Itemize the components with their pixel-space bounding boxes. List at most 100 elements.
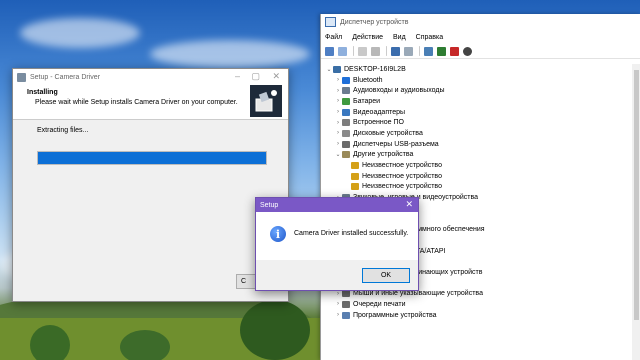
printer-icon (342, 300, 350, 308)
tree-item[interactable]: › Дисковые устройства (325, 128, 631, 139)
display-adapter-icon (342, 108, 350, 116)
setup-app-icon (17, 72, 26, 82)
mouse-icon (342, 290, 350, 298)
show-hide-tree-icon[interactable] (358, 46, 367, 56)
tree-item[interactable]: Неизвестное устройство (325, 182, 631, 193)
toolbar-separator (353, 46, 354, 56)
scrollbar-thumb[interactable] (634, 70, 639, 320)
tree-item[interactable]: ⌄ Другие устройства (325, 150, 631, 161)
setup-description: Please wait while Setup installs Camera … (35, 99, 238, 106)
tree-item-label: Батареи (353, 97, 381, 105)
download-icon[interactable] (463, 46, 472, 56)
tree-item[interactable]: ⌄ DESKTOP-16I9L2B (325, 64, 631, 75)
setup-progress-bar (37, 151, 267, 165)
setup-window: Setup - Camera Driver – ▢ ✕ Installing P… (12, 68, 289, 302)
menu-file[interactable]: Файл (325, 34, 342, 41)
cloud (20, 18, 140, 48)
chevron-right-icon[interactable]: › (334, 312, 342, 318)
chevron-down-icon[interactable]: ⌄ (334, 151, 342, 158)
device-manager-window: Диспетчер устройств Файл Действие Вид Сп… (320, 14, 640, 360)
tree-item-label: Программные устройства (353, 311, 437, 319)
tree-item-label: Неизвестное устройство (362, 162, 442, 170)
tree-item-label: Видеоадаптеры (353, 108, 406, 116)
back-arrow-icon[interactable] (325, 46, 334, 56)
forward-arrow-icon[interactable] (338, 46, 347, 56)
maximize-icon[interactable]: ▢ (251, 71, 260, 82)
close-icon[interactable]: ✕ (405, 199, 413, 210)
disk-icon (342, 129, 350, 137)
device-manager-titlebar: Диспетчер устройств (321, 14, 640, 30)
chevron-right-icon[interactable]: › (334, 301, 342, 307)
usb-icon (342, 140, 350, 148)
message-box-titlebar: Setup ✕ (256, 198, 418, 212)
minimize-icon[interactable]: – (235, 71, 240, 81)
tree-item-label: Дисковые устройства (353, 129, 423, 137)
chevron-right-icon[interactable]: › (334, 141, 342, 147)
chevron-right-icon[interactable]: › (334, 77, 342, 83)
tree-item[interactable]: › Батареи (325, 96, 631, 107)
device-manager-icon (325, 17, 336, 27)
info-icon: i (270, 226, 286, 242)
tree-item[interactable]: › Очереди печати (325, 299, 631, 310)
chevron-right-icon[interactable]: › (334, 120, 342, 126)
setup-header: Installing Please wait while Setup insta… (13, 85, 288, 120)
tree-item[interactable]: › Видеоадаптеры (325, 107, 631, 118)
bluetooth-icon (342, 76, 350, 84)
tree (30, 325, 70, 360)
message-box-body: i Camera Driver installed successfully. (256, 212, 418, 260)
uninstall-device-icon[interactable] (450, 46, 459, 56)
tree-item-label: Другие устройства (353, 151, 414, 159)
firmware-icon (342, 119, 350, 127)
computer-icon (333, 65, 341, 73)
tree-item[interactable]: › Аудиовходы и аудиовыходы (325, 85, 631, 96)
tree-item[interactable]: › Встроенное ПО (325, 117, 631, 128)
tree-item-label: DESKTOP-16I9L2B (344, 65, 406, 73)
menu-action[interactable]: Действие (352, 34, 383, 41)
cloud (150, 40, 310, 68)
setup-status-text: Extracting files... (37, 127, 89, 134)
toolbar-separator (386, 46, 387, 56)
close-icon[interactable]: ✕ (272, 71, 280, 82)
menu-view[interactable]: Вид (393, 34, 406, 41)
help-icon[interactable] (391, 46, 400, 56)
chevron-right-icon[interactable]: › (334, 291, 342, 297)
installer-logo-icon (250, 85, 282, 117)
tree-item[interactable]: Неизвестное устройство (325, 171, 631, 182)
tree-item-label: Встроенное ПО (353, 119, 404, 127)
enable-device-icon[interactable] (437, 46, 446, 56)
tree-item[interactable]: › Bluetooth (325, 75, 631, 86)
tree-item-label: Неизвестное устройство (362, 172, 442, 180)
tree-item[interactable]: › Программные устройства (325, 310, 631, 321)
tree-item-label: Неизвестное устройство (362, 183, 442, 191)
menu-bar: Файл Действие Вид Справка (321, 30, 640, 44)
chevron-right-icon[interactable]: › (334, 88, 342, 94)
audio-icon (342, 87, 350, 95)
other-devices-icon (342, 151, 350, 159)
toolbar-separator (419, 46, 420, 56)
tree-item[interactable]: › Диспетчеры USB-разъема (325, 139, 631, 150)
tree-item-label: Bluetooth (353, 76, 383, 84)
update-driver-icon[interactable] (424, 46, 433, 56)
progress-fill (38, 152, 266, 164)
tree (120, 330, 170, 360)
setup-heading: Installing (27, 89, 58, 96)
tree-item-label: Диспетчеры USB-разъема (353, 140, 439, 148)
chevron-down-icon[interactable]: ⌄ (325, 66, 333, 73)
message-text: Camera Driver installed successfully. (294, 230, 409, 237)
ok-button[interactable]: OK (362, 268, 410, 283)
tree-item[interactable]: Неизвестное устройство (325, 160, 631, 171)
menu-help[interactable]: Справка (416, 34, 443, 41)
tree-item-label: Мыши и иные указывающие устройства (353, 290, 483, 298)
chevron-right-icon[interactable]: › (334, 130, 342, 136)
scan-hardware-icon[interactable] (404, 46, 413, 56)
chevron-right-icon[interactable]: › (334, 109, 342, 115)
setup-title: Setup - Camera Driver (30, 73, 101, 81)
warning-device-icon (351, 162, 359, 170)
properties-icon[interactable] (371, 46, 380, 56)
software-device-icon (342, 311, 350, 319)
message-box: Setup ✕ i Camera Driver installed succes… (255, 197, 419, 291)
tree-item-label: Очереди печати (353, 300, 406, 308)
chevron-right-icon[interactable]: › (334, 98, 342, 104)
setup-titlebar: Setup - Camera Driver – ▢ ✕ (13, 69, 288, 85)
vertical-scrollbar[interactable] (632, 64, 640, 360)
